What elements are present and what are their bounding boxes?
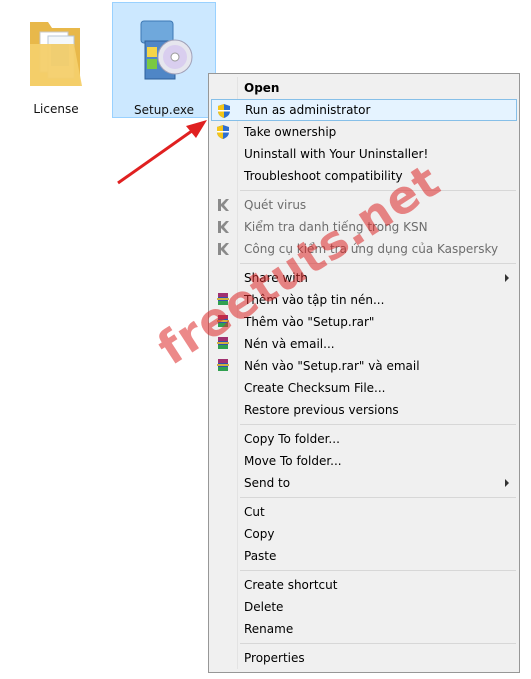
menu-item-cut[interactable]: Cut [211, 501, 517, 523]
menu-item-compress-setup-email[interactable]: Nén vào "Setup.rar" và email [211, 355, 517, 377]
menu-separator [240, 424, 516, 425]
uac-shield-icon [218, 104, 230, 118]
menu-item-label: Uninstall with Your Uninstaller! [244, 147, 429, 161]
setup-exe-file[interactable]: Setup.exe [112, 2, 216, 118]
kaspersky-icon [218, 199, 229, 211]
menu-item-check-ksn[interactable]: Kiểm tra danh tiếng trong KSN [211, 216, 517, 238]
menu-item-label: Copy To folder... [244, 432, 340, 446]
menu-item-create-checksum[interactable]: Create Checksum File... [211, 377, 517, 399]
menu-item-label: Delete [244, 600, 284, 614]
menu-item-scan-virus[interactable]: Quét virus [211, 194, 517, 216]
menu-item-move-to-folder[interactable]: Move To folder... [211, 450, 517, 472]
menu-item-label: Send to [244, 476, 291, 490]
menu-item-compress-email[interactable]: Nén và email... [211, 333, 517, 355]
menu-item-add-archive[interactable]: Thêm vào tập tin nén... [211, 289, 517, 311]
menu-item-copy-to-folder[interactable]: Copy To folder... [211, 428, 517, 450]
menu-item-troubleshoot[interactable]: Troubleshoot compatibility [211, 165, 517, 187]
menu-item-label: Properties [244, 651, 305, 665]
license-folder-icon[interactable]: License [18, 2, 94, 118]
menu-item-paste[interactable]: Paste [211, 545, 517, 567]
menu-separator [240, 570, 516, 571]
menu-item-send-to[interactable]: Send to [211, 472, 517, 494]
menu-item-label: Công cụ kiểm tra ứng dụng của Kaspersky [244, 242, 499, 256]
menu-item-delete[interactable]: Delete [211, 596, 517, 618]
menu-item-label: Thêm vào tập tin nén... [244, 293, 385, 307]
uac-shield-icon [217, 125, 229, 139]
context-menu: Open Run as administrator Take ownership… [208, 73, 520, 673]
menu-item-label: Take ownership [244, 125, 337, 139]
menu-item-label: Run as administrator [245, 103, 371, 117]
menu-item-label: Restore previous versions [244, 403, 399, 417]
winrar-icon [217, 359, 229, 371]
menu-separator [240, 643, 516, 644]
submenu-arrow-icon [505, 274, 509, 282]
menu-item-copy[interactable]: Copy [211, 523, 517, 545]
menu-item-label: Open [244, 81, 280, 95]
menu-item-properties[interactable]: Properties [211, 647, 517, 669]
menu-item-label: Create shortcut [244, 578, 338, 592]
menu-item-label: Create Checksum File... [244, 381, 386, 395]
folder-icon [30, 22, 82, 86]
menu-item-label: Nén và email... [244, 337, 335, 351]
kaspersky-icon [218, 221, 229, 233]
installer-icon [140, 20, 193, 80]
menu-item-uninstall[interactable]: Uninstall with Your Uninstaller! [211, 143, 517, 165]
license-label: License [33, 102, 79, 116]
menu-item-label: Quét virus [244, 198, 307, 212]
submenu-arrow-icon [505, 479, 509, 487]
menu-item-label: Kiểm tra danh tiếng trong KSN [244, 220, 428, 234]
menu-separator [240, 263, 516, 264]
menu-item-label: Paste [244, 549, 277, 563]
menu-item-label: Move To folder... [244, 454, 342, 468]
menu-item-restore-versions[interactable]: Restore previous versions [211, 399, 517, 421]
menu-item-open[interactable]: Open [211, 77, 517, 99]
menu-item-run-as-administrator[interactable]: Run as administrator [211, 99, 517, 121]
menu-item-label: Share with [244, 271, 308, 285]
menu-item-add-setup-rar[interactable]: Thêm vào "Setup.rar" [211, 311, 517, 333]
menu-item-kaspersky-tool[interactable]: Công cụ kiểm tra ứng dụng của Kaspersky [211, 238, 517, 260]
winrar-icon [217, 337, 229, 349]
menu-item-label: Copy [244, 527, 275, 541]
menu-item-take-ownership[interactable]: Take ownership [211, 121, 517, 143]
setup-label: Setup.exe [133, 103, 195, 117]
menu-item-create-shortcut[interactable]: Create shortcut [211, 574, 517, 596]
winrar-icon [217, 293, 229, 305]
menu-item-share-with[interactable]: Share with [211, 267, 517, 289]
menu-item-label: Cut [244, 505, 265, 519]
menu-item-rename[interactable]: Rename [211, 618, 517, 640]
menu-item-label: Thêm vào "Setup.rar" [244, 315, 375, 329]
kaspersky-icon [218, 243, 229, 255]
menu-separator [240, 190, 516, 191]
menu-item-label: Troubleshoot compatibility [244, 169, 403, 183]
menu-item-label: Rename [244, 622, 294, 636]
menu-item-label: Nén vào "Setup.rar" và email [244, 359, 420, 373]
winrar-icon [217, 315, 229, 327]
menu-separator [240, 497, 516, 498]
